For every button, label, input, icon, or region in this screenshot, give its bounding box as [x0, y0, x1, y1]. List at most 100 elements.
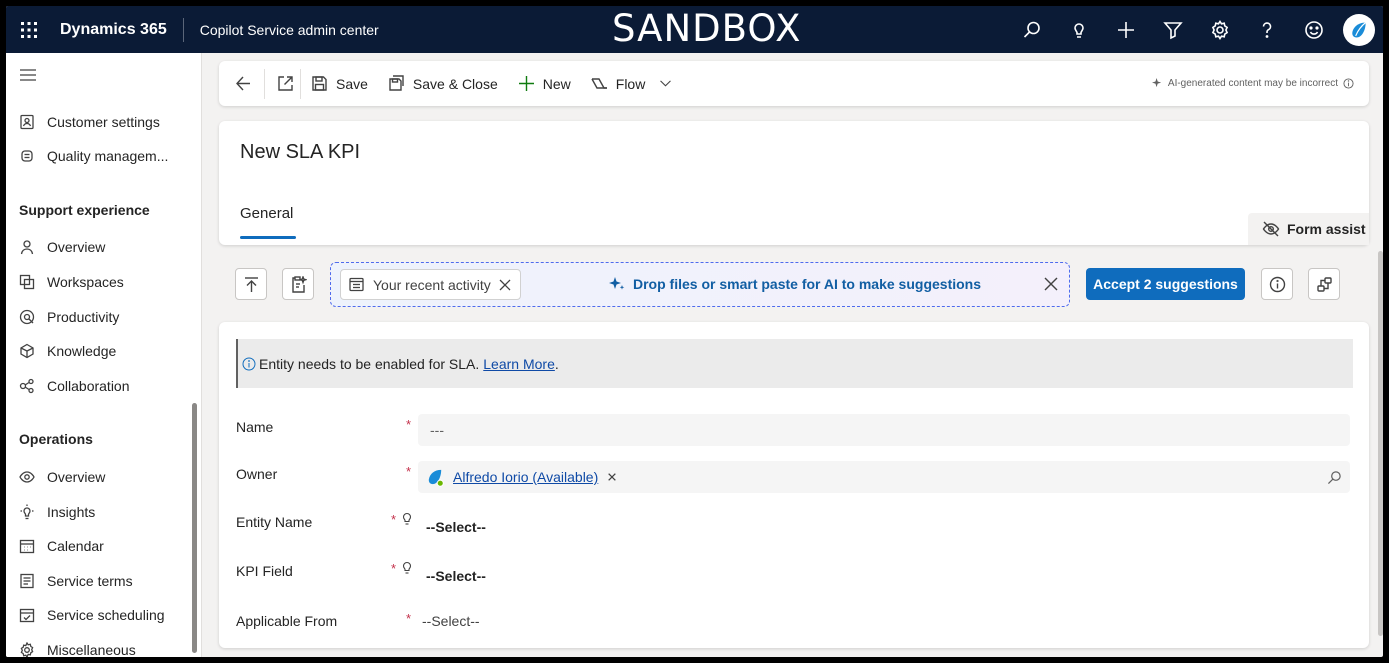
sidebar-item-customer-settings[interactable]: Customer settings — [6, 105, 196, 139]
sidebar-item-insights[interactable]: Insights — [6, 495, 196, 529]
person-icon — [18, 238, 36, 256]
tab-general[interactable]: General — [240, 205, 293, 222]
save-label: Save — [336, 75, 368, 92]
back-button[interactable] — [219, 61, 264, 106]
sidebar-item-label: Customer settings — [47, 114, 160, 130]
sparkle-icon — [609, 277, 625, 290]
sidebar-item-collaboration[interactable]: Collaboration — [6, 369, 196, 403]
tab-selected-indicator — [240, 236, 296, 239]
feedback-icon[interactable] — [1290, 6, 1337, 53]
sidebar-item-workspaces[interactable]: Workspaces — [6, 265, 196, 299]
notice-period: . — [554, 355, 559, 372]
sidebar-item-label: Collaboration — [47, 378, 130, 394]
kpi-field-select[interactable]: --Select-- — [426, 568, 486, 584]
sidebar-item-label: Calendar — [47, 538, 104, 554]
productivity-icon — [18, 308, 36, 326]
sidebar-item-quality-management[interactable]: Quality managem... — [6, 139, 196, 173]
form-assist-button[interactable]: Form assist — [1248, 213, 1369, 245]
collapse-button[interactable] — [235, 268, 267, 300]
close-icon[interactable] — [498, 278, 512, 292]
calendar-list-icon — [349, 277, 364, 292]
sidebar-item-operations-overview[interactable]: Overview — [6, 460, 196, 494]
name-field[interactable]: --- — [418, 414, 1350, 446]
owner-lookup-field[interactable]: Alfredo Iorio (Available) — [418, 461, 1350, 493]
app-name[interactable]: Copilot Service admin center — [184, 22, 379, 38]
remove-owner-icon[interactable] — [607, 472, 617, 482]
app-window: Dynamics 365 Copilot Service admin cente… — [6, 6, 1383, 657]
info-icon — [242, 357, 256, 370]
back-arrow-icon — [236, 76, 250, 91]
sparkle-icon — [1151, 78, 1162, 88]
name-value: --- — [430, 422, 444, 438]
learn-more-link[interactable]: Learn More — [483, 356, 555, 372]
flow-label: Flow — [615, 75, 646, 92]
recent-activity-chip[interactable]: Your recent activity — [340, 269, 521, 300]
contact-card-icon — [18, 113, 36, 131]
sidebar-item-miscellaneous[interactable]: Miscellaneous — [6, 633, 196, 657]
section-heading-operations: Operations — [19, 431, 93, 447]
sidebar-item-label: Overview — [47, 469, 106, 485]
search-icon[interactable] — [1327, 470, 1342, 485]
form-body: Entity needs to be enabled for SLA. Lear… — [219, 322, 1369, 648]
sidebar-item-label: Service terms — [47, 573, 133, 589]
info-icon[interactable] — [1343, 78, 1354, 89]
sidebar-item-calendar[interactable]: Calendar — [6, 529, 196, 563]
open-in-new-window-button[interactable] — [265, 61, 300, 106]
save-button[interactable]: Save — [301, 61, 378, 106]
name-label: Name — [236, 419, 274, 435]
avatar-icon[interactable] — [1343, 13, 1375, 46]
lightbulb-icon[interactable] — [1055, 6, 1102, 53]
main-scrollbar[interactable] — [1378, 251, 1383, 636]
app-launcher-icon[interactable] — [6, 6, 52, 53]
sidebar-item-knowledge[interactable]: Knowledge — [6, 334, 196, 368]
flow-icon — [591, 78, 607, 89]
sidebar-item-service-scheduling[interactable]: Service scheduling — [6, 598, 196, 632]
help-icon[interactable] — [1243, 6, 1290, 53]
smart-paste-button[interactable] — [282, 268, 314, 300]
info-button[interactable] — [1261, 268, 1293, 300]
workspaces-icon — [18, 273, 36, 291]
owner-value-link[interactable]: Alfredo Iorio (Available) — [453, 469, 598, 485]
ai-disclaimer: AI-generated content may be incorrect — [1147, 61, 1359, 106]
sidebar-scrollbar[interactable] — [192, 403, 197, 653]
applicable-from-select[interactable]: --Select-- — [422, 613, 480, 629]
sidebar-item-label: Productivity — [47, 309, 120, 325]
entity-name-select[interactable]: --Select-- — [426, 519, 486, 535]
flow-button[interactable]: Flow — [581, 61, 683, 106]
brand-name[interactable]: Dynamics 365 — [52, 17, 184, 42]
close-icon[interactable] — [1043, 276, 1059, 292]
required-marker: * — [391, 561, 397, 576]
open-new-window-icon — [278, 76, 293, 91]
notice-text: Entity needs to be enabled for SLA. — [259, 355, 480, 372]
search-icon[interactable] — [1008, 6, 1055, 53]
sidebar-item-label: Quality managem... — [47, 148, 169, 164]
required-marker: * — [406, 464, 412, 479]
sidebar: Customer settings Quality managem... Sup… — [6, 53, 202, 657]
filter-icon[interactable] — [1149, 6, 1196, 53]
plus-icon[interactable] — [1102, 6, 1149, 53]
clipboard-sparkle-icon — [291, 275, 307, 293]
chevron-down-icon[interactable] — [659, 77, 672, 90]
settings-icon[interactable] — [1196, 6, 1243, 53]
plus-icon — [518, 76, 534, 91]
ai-disclaimer-text: AI-generated content may be incorrect — [1167, 78, 1338, 89]
sidebar-item-service-terms[interactable]: Service terms — [6, 564, 196, 598]
sidebar-item-label: Service scheduling — [47, 607, 165, 623]
save-and-close-button[interactable]: Save & Close — [378, 61, 508, 106]
top-bar: Dynamics 365 Copilot Service admin cente… — [6, 6, 1383, 53]
eye-icon — [18, 468, 36, 486]
lightbulb-icon — [402, 561, 412, 574]
info-icon — [1269, 276, 1285, 292]
smart-paste-drop-zone[interactable]: Your recent activity Drop files or smart… — [330, 262, 1070, 307]
connector-icon — [1316, 276, 1332, 292]
sidebar-item-productivity[interactable]: Productivity — [6, 300, 196, 334]
sla-notice-banner: Entity needs to be enabled for SLA. Lear… — [236, 339, 1353, 388]
save-close-label: Save & Close — [412, 75, 498, 92]
sidebar-item-support-overview[interactable]: Overview — [6, 230, 196, 264]
hamburger-menu-icon[interactable] — [18, 67, 38, 83]
accept-suggestions-button[interactable]: Accept 2 suggestions — [1086, 268, 1245, 300]
new-button[interactable]: New — [508, 61, 581, 106]
settings-link-button[interactable] — [1308, 268, 1340, 300]
arrow-up-to-line-icon — [244, 276, 258, 292]
required-marker: * — [391, 512, 397, 527]
